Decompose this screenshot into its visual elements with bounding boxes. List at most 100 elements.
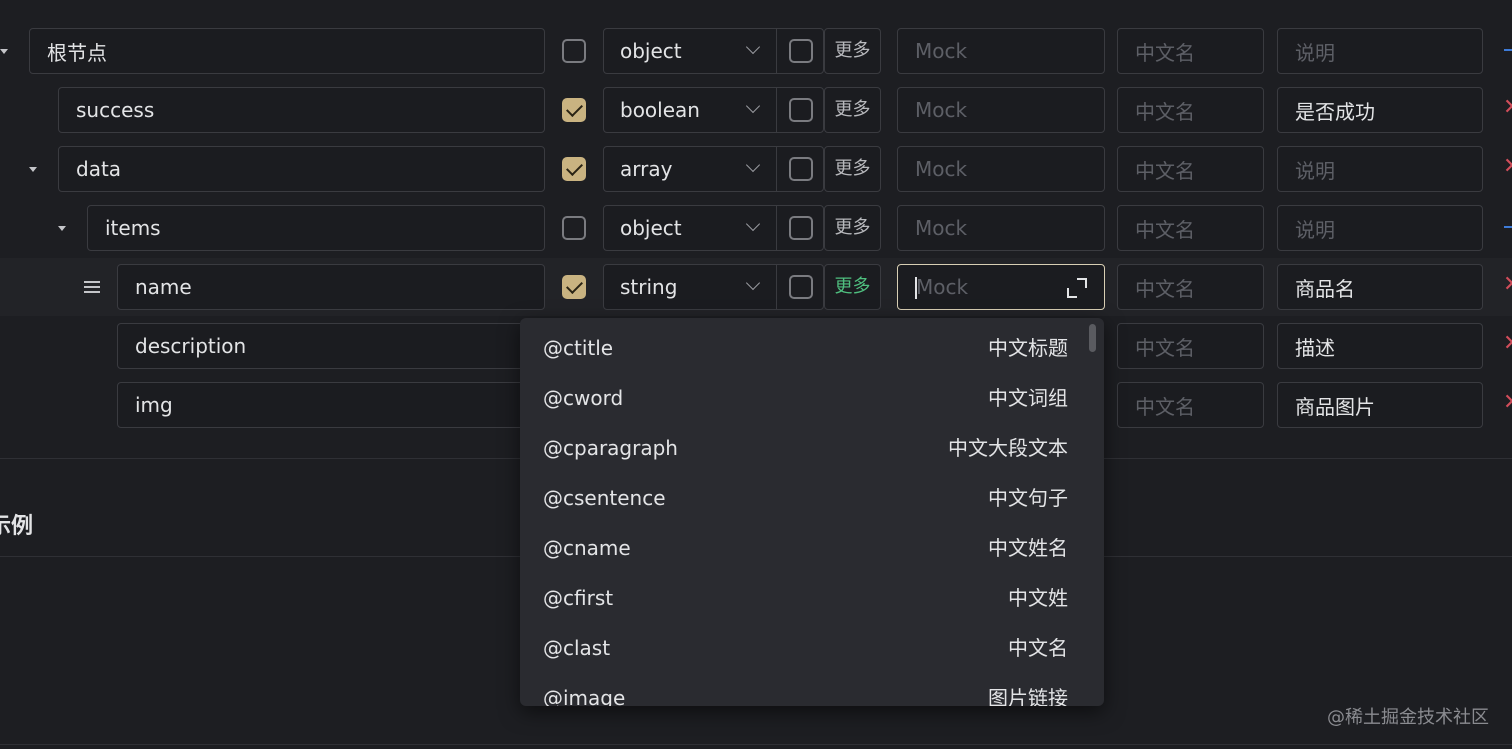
select-divider (776, 29, 777, 73)
chinese-name-input[interactable]: 中文名 (1117, 382, 1264, 428)
mock-option-label: 中文标题 (988, 336, 1068, 360)
chinese-name-input[interactable]: 中文名 (1117, 146, 1264, 192)
more-settings-button[interactable]: 更多 (824, 28, 881, 74)
description-input[interactable]: 说明 (1277, 28, 1483, 74)
more-settings-button[interactable]: 更多 (824, 146, 881, 192)
mock-option-key: @cparagraph (543, 436, 678, 460)
required-checkbox[interactable] (562, 157, 586, 181)
mock-option-label: 中文大段文本 (948, 436, 1068, 460)
select-divider (776, 88, 777, 132)
chinese-name-input[interactable]: 中文名 (1117, 205, 1264, 251)
mock-option-label: 中文姓名 (988, 536, 1068, 560)
select-divider (776, 206, 777, 250)
row-inner: name string 更多 Mock 中文名 商品名 ✕ (0, 264, 1512, 310)
nullable-checkbox[interactable] (789, 39, 813, 63)
mock-option[interactable]: @ctitle 中文标题 (520, 323, 1104, 373)
collapse-caret-icon[interactable] (29, 167, 37, 172)
type-select[interactable]: array (603, 146, 824, 192)
remove-field-icon[interactable]: ✕ (1503, 390, 1512, 415)
remove-field-icon[interactable]: ✕ (1503, 272, 1512, 297)
mock-input[interactable]: Mock (897, 28, 1105, 74)
mock-option[interactable]: @cword 中文词组 (520, 373, 1104, 423)
nullable-checkbox[interactable] (789, 216, 813, 240)
mock-input[interactable]: Mock (897, 205, 1105, 251)
mock-option[interactable]: @cfirst 中文姓 (520, 573, 1104, 623)
type-select-value: boolean (620, 98, 700, 122)
section-divider (0, 744, 1512, 745)
field-name-input[interactable]: data (58, 146, 545, 192)
chevron-down-icon (745, 157, 761, 173)
more-settings-button[interactable]: 更多 (824, 205, 881, 251)
description-input[interactable]: 是否成功 (1277, 87, 1483, 133)
mock-option[interactable]: @cname 中文姓名 (520, 523, 1104, 573)
add-child-icon[interactable] (1504, 49, 1512, 51)
mock-option[interactable]: @image 图片链接 (520, 673, 1104, 706)
mock-option-key: @cfirst (543, 586, 614, 610)
collapse-caret-icon[interactable] (0, 49, 8, 54)
mock-option[interactable]: @clast 中文名 (520, 623, 1104, 673)
type-select[interactable]: object (603, 28, 824, 74)
chinese-name-input[interactable]: 中文名 (1117, 28, 1264, 74)
chevron-down-icon (745, 216, 761, 232)
nullable-checkbox[interactable] (789, 157, 813, 181)
chevron-down-icon (745, 98, 761, 114)
field-name-input[interactable]: items (87, 205, 545, 251)
description-input[interactable]: 说明 (1277, 205, 1483, 251)
mock-option-key: @image (543, 686, 626, 706)
mock-input[interactable]: Mock (897, 87, 1105, 133)
description-input[interactable]: 说明 (1277, 146, 1483, 192)
dropdown-scrollbar[interactable] (1089, 324, 1096, 352)
more-settings-button[interactable]: 更多 (824, 264, 881, 310)
field-name-input[interactable]: success (58, 87, 545, 133)
mock-option[interactable]: @cparagraph 中文大段文本 (520, 423, 1104, 473)
type-select-value: object (620, 216, 682, 240)
type-select-value: object (620, 39, 682, 63)
schema-row-data: data array 更多 Mock 中文名 说明 ✕ (0, 146, 1512, 192)
remove-field-icon[interactable]: ✕ (1503, 154, 1512, 179)
chinese-name-input[interactable]: 中文名 (1117, 264, 1264, 310)
expand-icon[interactable] (1067, 278, 1087, 298)
mock-option-key: @clast (543, 636, 611, 660)
collapse-caret-icon[interactable] (58, 226, 66, 231)
required-checkbox[interactable] (562, 275, 586, 299)
required-checkbox[interactable] (562, 98, 586, 122)
description-input[interactable]: 商品图片 (1277, 382, 1483, 428)
mock-option-label: 中文句子 (988, 486, 1068, 510)
type-select[interactable]: boolean (603, 87, 824, 133)
nullable-checkbox[interactable] (789, 98, 813, 122)
mock-option-label: 图片链接 (988, 686, 1068, 706)
required-checkbox[interactable] (562, 216, 586, 240)
mock-input[interactable]: Mock (897, 146, 1105, 192)
field-name-input[interactable]: name (117, 264, 545, 310)
type-select[interactable]: object (603, 205, 824, 251)
field-name-input[interactable]: description (117, 323, 545, 369)
select-divider (776, 147, 777, 191)
text-cursor (915, 277, 917, 299)
nullable-checkbox[interactable] (789, 275, 813, 299)
remove-field-icon[interactable]: ✕ (1503, 95, 1512, 120)
mock-option-label: 中文名 (1008, 636, 1068, 660)
field-name-input[interactable]: img (117, 382, 545, 428)
mock-input-focused[interactable]: Mock (897, 264, 1105, 310)
section-title: 示例 (0, 514, 34, 539)
watermark: @稀土掘金技术社区 (1327, 707, 1489, 728)
description-input[interactable]: 商品名 (1277, 264, 1483, 310)
required-checkbox[interactable] (562, 39, 586, 63)
type-select[interactable]: string (603, 264, 824, 310)
description-input[interactable]: 描述 (1277, 323, 1483, 369)
remove-field-icon[interactable]: ✕ (1503, 331, 1512, 356)
mock-option[interactable]: @csentence 中文句子 (520, 473, 1104, 523)
more-settings-button[interactable]: 更多 (824, 87, 881, 133)
field-name-input[interactable]: 根节点 (29, 28, 545, 74)
drag-handle-icon[interactable] (84, 281, 100, 296)
chinese-name-input[interactable]: 中文名 (1117, 87, 1264, 133)
mock-option-label: 中文姓 (1008, 586, 1068, 610)
chevron-down-icon (745, 275, 761, 291)
chinese-name-input[interactable]: 中文名 (1117, 323, 1264, 369)
add-child-icon[interactable] (1504, 226, 1512, 228)
type-select-value: array (620, 157, 673, 181)
chevron-down-icon (745, 39, 761, 55)
schema-row-items: items object 更多 Mock 中文名 说明 (0, 205, 1512, 251)
type-select-value: string (620, 275, 678, 299)
schema-row-name: name string 更多 Mock 中文名 商品名 ✕ (0, 258, 1512, 316)
